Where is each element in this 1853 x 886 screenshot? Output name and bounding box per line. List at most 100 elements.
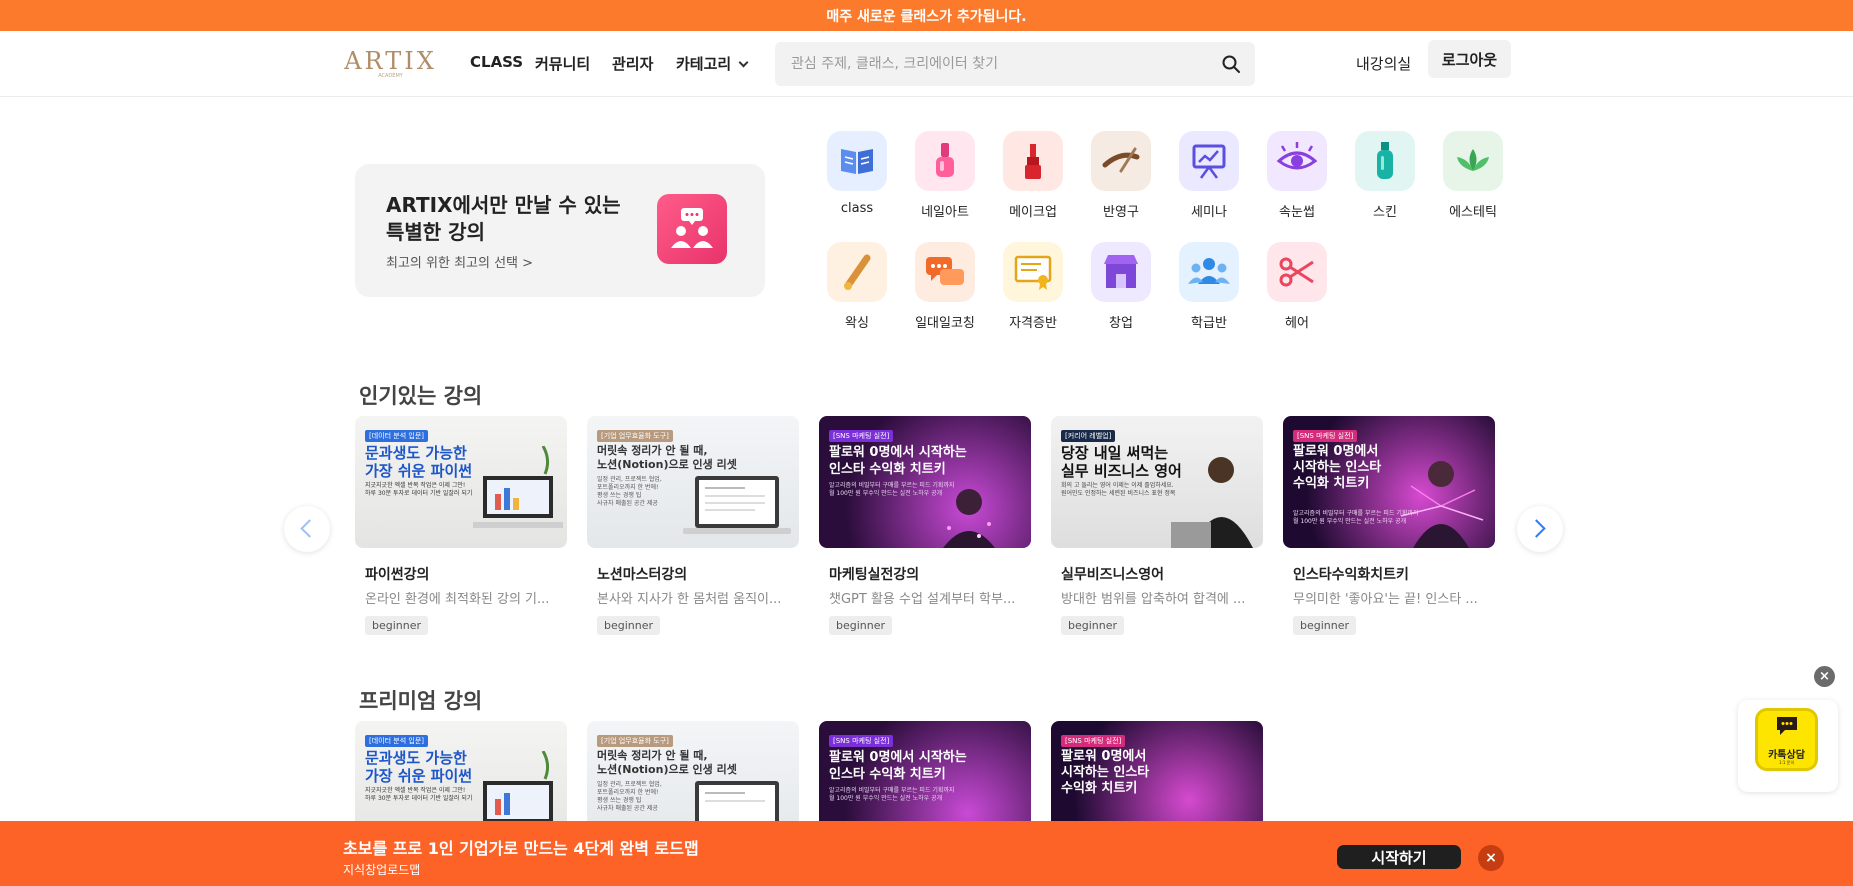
category-grid: class 네일아트 메이크업 반영구 세미나 속눈썹 스킨 에스테틱 왁싱 일… bbox=[810, 131, 1510, 341]
bottom-banner-title: 초보를 프로 1인 기업가로 만드는 4단계 완벽 로드맵 bbox=[343, 839, 699, 858]
course-title: 인스타수익화치트키 bbox=[1293, 567, 1409, 583]
course-card-python[interactable]: [데이터 분석 입문] 문과생도 가능한 가장 쉬운 파이썬 지긋지긋한 엑셀 … bbox=[355, 416, 567, 641]
category-certificate[interactable]: 자격증반 bbox=[986, 242, 1074, 342]
thumbnail-subtitle: 일정 관리, 프로젝트 협업, 포트폴리오까지 한 번에! 평생 쓰는 경쟁 팁… bbox=[597, 781, 662, 812]
thumbnail-tag: [SNS 마케팅 실전] bbox=[1061, 735, 1126, 747]
announcement-bar: 매주 새로운 클래스가 추가됩니다. bbox=[0, 0, 1853, 31]
kakao-label: 카톡상담 bbox=[1768, 750, 1805, 761]
category-eyelash[interactable]: 속눈썹 bbox=[1250, 131, 1338, 231]
nav-community[interactable]: 커뮤니티 bbox=[535, 53, 590, 74]
nav-category-dropdown[interactable]: 카테고리 bbox=[676, 53, 749, 74]
thumbnail-subtitle: 알고리즘의 비밀부터 구매를 부르는 피드 기획까지 월 100만 원 부수익 … bbox=[829, 787, 955, 802]
category-nail-art[interactable]: 네일아트 bbox=[898, 131, 986, 231]
course-card-instagram[interactable]: [SNS 마케팅 실전] 팔로워 0명에서 시작하는 인스타 수익화 치트키 알… bbox=[1283, 416, 1495, 641]
course-thumbnail: [데이터 분석 입문] 문과생도 가능한 가장 쉬운 파이썬 지긋지긋한 엑셀 … bbox=[355, 416, 567, 548]
course-thumbnail: [SNS 마케팅 실전] 팔로워 0명에서 시작하는 인스타 수익화 치트키 알… bbox=[819, 416, 1031, 548]
thumbnail-subtitle: 알고리즘의 비밀부터 구매를 부르는 피드 기획까지 월 100만 원 부수익 … bbox=[829, 482, 955, 497]
search-input[interactable] bbox=[791, 42, 1201, 86]
thumbnail-tag: [데이터 분석 입문] bbox=[365, 735, 428, 747]
nav-admin[interactable]: 관리자 bbox=[612, 53, 653, 74]
course-title: 파이썬강의 bbox=[365, 567, 430, 583]
thumbnail-tag: [SNS 마케팅 실전] bbox=[1293, 430, 1358, 442]
promo-title-line1: ARTIX에서만 만날 수 있는 bbox=[386, 193, 621, 217]
shop-icon bbox=[1091, 242, 1151, 302]
category-waxing[interactable]: 왁싱 bbox=[810, 242, 898, 342]
start-button[interactable]: 시작하기 bbox=[1337, 845, 1461, 869]
category-label: 학급반 bbox=[1191, 316, 1227, 331]
course-thumbnail: [SNS 마케팅 실전] 팔로워 0명에서 시작하는 인스타 수익화 치트키 알… bbox=[1283, 416, 1495, 548]
premium-card-notion[interactable]: [기업 업무효율화 도구] 머릿속 정리가 안 될 때, 노션(Notion)으… bbox=[587, 721, 799, 821]
thumbnail-title: 문과생도 가능한 가장 쉬운 파이썬 bbox=[365, 444, 473, 480]
chevron-left-icon bbox=[300, 519, 319, 538]
thumbnail-tag: [데이터 분석 입문] bbox=[365, 430, 428, 442]
category-label: 반영구 bbox=[1103, 205, 1139, 220]
thumbnail-subtitle: 회의 고 들리는 영어 이제는 이제 졸업하세요. 원어민도 인정하는 세련된 … bbox=[1061, 482, 1176, 497]
premium-card-marketing[interactable]: [SNS 마케팅 실전] 팔로워 0명에서 시작하는 인스타 수익화 치트키 알… bbox=[819, 721, 1031, 821]
category-label: 메이크업 bbox=[1009, 205, 1057, 220]
category-label: 창업 bbox=[1109, 316, 1133, 331]
artix-logo[interactable]: ARTIX ACADEMY bbox=[343, 49, 438, 79]
course-thumbnail: [커리어 레벨업] 당장 내일 써먹는 실무 비즈니스 영어 회의 고 들리는 … bbox=[1051, 416, 1263, 548]
group-icon bbox=[1179, 242, 1239, 302]
premium-card-python[interactable]: [데이터 분석 입문] 문과생도 가능한 가장 쉬운 파이썬 지긋지긋한 엑셀 … bbox=[355, 721, 567, 821]
thumbnail-subtitle: 지긋지긋한 엑셀 반복 작업은 이제 그만! 하루 30분 투자로 데이터 기반… bbox=[365, 787, 473, 802]
nav-class[interactable]: CLASS bbox=[470, 53, 523, 71]
category-label: 에스테틱 bbox=[1449, 205, 1497, 220]
my-classroom-link[interactable]: 내강의실 bbox=[1356, 53, 1411, 74]
chevron-right-icon bbox=[1527, 519, 1546, 538]
chat-bubbles-icon bbox=[915, 242, 975, 302]
course-thumbnail: [SNS 마케팅 실전] 팔로워 0명에서 시작하는 인스타 수익화 치트키 bbox=[1051, 721, 1263, 821]
bottom-banner-close-button[interactable]: × bbox=[1478, 845, 1504, 871]
category-label: class bbox=[840, 201, 874, 216]
lipstick-icon bbox=[1003, 131, 1063, 191]
search-icon[interactable] bbox=[1221, 54, 1241, 74]
course-description: 챗GPT 활용 수업 설계부터 학부... bbox=[829, 592, 1016, 607]
course-title: 마케팅실전강의 bbox=[829, 567, 920, 583]
category-startup[interactable]: 창업 bbox=[1074, 242, 1162, 342]
kakao-widget-close-button[interactable]: × bbox=[1814, 666, 1835, 687]
premium-section-title: 프리미엄 강의 bbox=[359, 689, 483, 713]
thumbnail-tag: [기업 업무효율화 도구] bbox=[597, 735, 673, 747]
category-one-on-one-coaching[interactable]: 일대일코칭 bbox=[898, 242, 986, 342]
category-class-group[interactable]: 학급반 bbox=[1162, 242, 1250, 342]
category-hair[interactable]: 헤어 bbox=[1250, 242, 1338, 342]
category-skin[interactable]: 스킨 bbox=[1338, 131, 1426, 231]
course-card-notion[interactable]: [기업 업무효율화 도구] 머릿속 정리가 안 될 때, 노션(Notion)으… bbox=[587, 416, 799, 641]
course-title: 노션마스터강의 bbox=[597, 567, 688, 583]
category-seminar[interactable]: 세미나 bbox=[1162, 131, 1250, 231]
nav-category-label: 카테고리 bbox=[676, 55, 732, 73]
carousel-next-button[interactable] bbox=[1517, 506, 1563, 552]
logout-button[interactable]: 로그아웃 bbox=[1428, 40, 1511, 78]
book-icon bbox=[827, 131, 887, 191]
promo-subtitle-link[interactable]: 최고의 위한 최고의 선택 > bbox=[386, 252, 533, 271]
nail-polish-icon bbox=[915, 131, 975, 191]
category-semi-permanent[interactable]: 반영구 bbox=[1074, 131, 1162, 231]
category-class[interactable]: class bbox=[810, 131, 898, 231]
category-label: 왁싱 bbox=[845, 316, 869, 331]
thumbnail-title: 팔로워 0명에서 시작하는 인스타 수익화 치트키 bbox=[829, 445, 967, 477]
level-badge: beginner bbox=[597, 616, 661, 635]
eyebrow-icon bbox=[1091, 131, 1151, 191]
category-esthetic[interactable]: 에스테틱 bbox=[1426, 131, 1514, 231]
promo-card[interactable]: ARTIX에서만 만날 수 있는 특별한 강의 최고의 위한 최고의 선택 > bbox=[355, 164, 765, 297]
category-makeup[interactable]: 메이크업 bbox=[986, 131, 1074, 231]
thumbnail-title: 당장 내일 써먹는 실무 비즈니스 영어 bbox=[1061, 444, 1182, 480]
premium-card-instagram[interactable]: [SNS 마케팅 실전] 팔로워 0명에서 시작하는 인스타 수익화 치트키 bbox=[1051, 721, 1263, 821]
bottom-promo-banner: 초보를 프로 1인 기업가로 만드는 4단계 완벽 로드맵 지식창업로드맵 시작… bbox=[0, 821, 1853, 886]
thumbnail-title: 팔로워 0명에서 시작하는 인스타 수익화 치트키 bbox=[829, 750, 967, 782]
presentation-icon bbox=[1179, 131, 1239, 191]
site-header: ARTIX ACADEMY CLASS 커뮤니티 관리자 카테고리 내강의실 로… bbox=[0, 31, 1853, 97]
level-badge: beginner bbox=[365, 616, 429, 635]
course-thumbnail: [데이터 분석 입문] 문과생도 가능한 가장 쉬운 파이썬 지긋지긋한 엑셀 … bbox=[355, 721, 567, 821]
thumbnail-title: 문과생도 가능한 가장 쉬운 파이썬 bbox=[365, 749, 473, 785]
kakao-consult-widget[interactable]: 카톡상담 1:1 문의 bbox=[1738, 700, 1838, 792]
course-card-marketing[interactable]: [SNS 마케팅 실전] 팔로워 0명에서 시작하는 인스타 수익화 치트키 알… bbox=[819, 416, 1031, 641]
course-title: 실무비즈니스영어 bbox=[1061, 567, 1165, 583]
carousel-prev-button[interactable] bbox=[284, 506, 330, 552]
kakao-talk-icon: 카톡상담 1:1 문의 bbox=[1755, 708, 1818, 771]
course-card-business-english[interactable]: [커리어 레벨업] 당장 내일 써먹는 실무 비즈니스 영어 회의 고 들리는 … bbox=[1051, 416, 1263, 641]
chevron-down-icon bbox=[738, 57, 749, 68]
category-label: 스킨 bbox=[1373, 205, 1397, 220]
category-label: 속눈썹 bbox=[1279, 205, 1315, 220]
category-label: 네일아트 bbox=[921, 205, 969, 220]
